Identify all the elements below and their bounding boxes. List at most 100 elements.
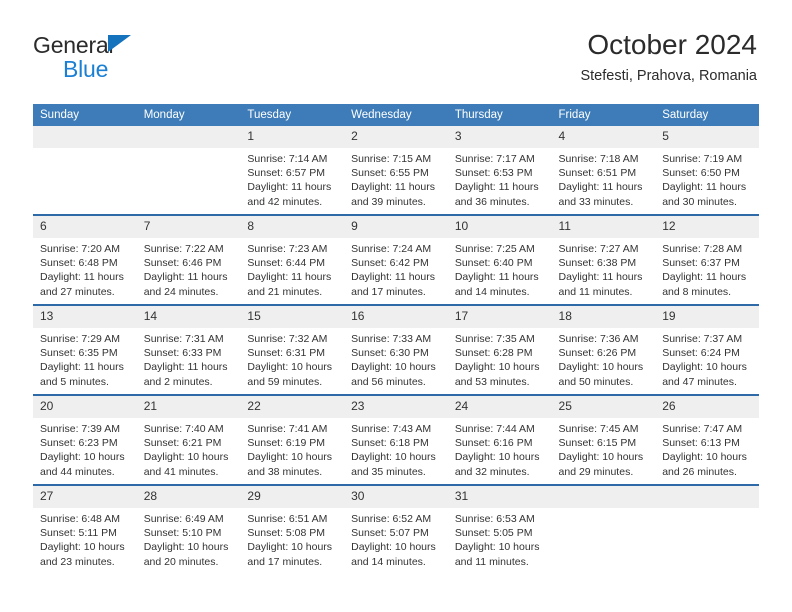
day-details: Sunrise: 7:22 AM Sunset: 6:46 PM Daylight:… [137, 238, 241, 299]
day-cell[interactable]: 8 Sunrise: 7:23 AM Sunset: 6:44 PM Daylight… [240, 214, 345, 305]
sunset-text: Sunset: 5:07 PM [351, 527, 429, 540]
sunrise-text: Sunrise: 7:44 AM [454, 423, 535, 435]
sunrise-text: Sunrise: 7:20 AM [40, 243, 120, 255]
day-cell[interactable]: 25 Sunrise: 7:45 AM Sunset: 6:15 PM Dayligh… [551, 394, 656, 485]
sunset-text: Sunset: 5:08 PM [247, 527, 326, 540]
daylight-text: Daylight: 10 hours and 29 minutes. [558, 451, 644, 478]
daylight-text: Daylight: 11 hours and 17 minutes. [351, 271, 435, 298]
day-number [655, 486, 759, 508]
sunset-text: Sunset: 6:44 PM [247, 257, 326, 270]
sunset-text: Sunset: 6:37 PM [662, 257, 740, 270]
day-number: 24 [447, 396, 552, 418]
day-cell[interactable]: 20 Sunrise: 7:39 AM Sunset: 6:23 PM Dayligh… [33, 394, 137, 485]
day-cell[interactable]: 7 Sunrise: 7:22 AM Sunset: 6:46 PM Daylight… [136, 214, 241, 305]
day-cell[interactable]: 22 Sunrise: 7:41 AM Sunset: 6:19 PM Dayligh… [240, 394, 345, 485]
day-details: Sunrise: 7:24 AM Sunset: 6:42 PM Daylight:… [344, 238, 448, 299]
day-cell[interactable]: 21 Sunrise: 7:40 AM Sunset: 6:21 PM Dayligh… [136, 394, 241, 485]
day-details: Sunrise: 7:25 AM Sunset: 6:40 PM Daylight:… [448, 238, 552, 299]
sunrise-text: Sunrise: 7:23 AM [247, 243, 328, 255]
day-cell[interactable]: 1 Sunrise: 7:14 AM Sunset: 6:57 PM Daylight… [240, 126, 345, 215]
daylight-text: Daylight: 10 hours and 44 minutes. [40, 451, 125, 478]
weekday-header-row: Sunday Monday Tuesday Wednesday Thursday… [33, 104, 759, 126]
sunset-text: Sunset: 6:55 PM [351, 167, 429, 180]
sunset-text: Sunset: 6:42 PM [351, 257, 429, 270]
day-cell-empty [655, 484, 759, 574]
day-number: 29 [240, 486, 345, 508]
sunset-text: Sunset: 6:15 PM [558, 437, 637, 450]
day-cell[interactable]: 26 Sunrise: 7:47 AM Sunset: 6:13 PM Dayligh… [655, 394, 759, 485]
sunset-text: Sunset: 6:19 PM [247, 437, 326, 450]
sunset-text: Sunset: 6:35 PM [40, 347, 118, 360]
sunset-text: Sunset: 5:10 PM [143, 527, 222, 540]
sunrise-text: Sunrise: 6:53 AM [454, 513, 535, 525]
sunrise-text: Sunrise: 7:29 AM [40, 333, 120, 345]
day-cell[interactable]: 10 Sunrise: 7:25 AM Sunset: 6:40 PM Dayligh… [447, 214, 552, 305]
sunrise-text: Sunrise: 7:39 AM [40, 423, 120, 435]
title-block: October 2024 Stefesti, Prahova, Romania [580, 28, 757, 86]
day-cell[interactable]: 3 Sunrise: 7:17 AM Sunset: 6:53 PM Daylight… [447, 126, 552, 215]
day-cell[interactable]: 5 Sunrise: 7:19 AM Sunset: 6:50 PM Daylight… [655, 126, 759, 215]
daylight-text: Daylight: 10 hours and 41 minutes. [143, 451, 229, 478]
weekday-header-monday: Monday [136, 104, 241, 126]
sunset-text: Sunset: 6:53 PM [454, 167, 533, 180]
sunset-text: Sunset: 5:11 PM [40, 527, 117, 540]
day-cell[interactable]: 6 Sunrise: 7:20 AM Sunset: 6:48 PM Daylight… [33, 214, 137, 305]
day-cell[interactable]: 27 Sunrise: 6:48 AM Sunset: 5:11 PM Dayligh… [33, 484, 137, 574]
daylight-text: Daylight: 11 hours and 39 minutes. [351, 181, 435, 208]
calendar-page: General Blue October 2024 Stefesti, Prah… [0, 0, 792, 612]
sunset-text: Sunset: 6:38 PM [558, 257, 637, 270]
day-cell[interactable]: 16 Sunrise: 7:33 AM Sunset: 6:30 PM Dayligh… [344, 304, 448, 395]
daylight-text: Daylight: 10 hours and 23 minutes. [40, 541, 125, 568]
day-number: 21 [136, 396, 241, 418]
day-number: 18 [551, 306, 656, 328]
day-number: 19 [655, 306, 759, 328]
day-cell[interactable]: 31 Sunrise: 6:53 AM Sunset: 5:05 PM Dayligh… [447, 484, 552, 574]
day-cell[interactable]: 23 Sunrise: 7:43 AM Sunset: 6:18 PM Dayligh… [344, 394, 448, 485]
day-number: 11 [551, 216, 656, 238]
logo-triangle-icon [108, 35, 131, 52]
sunrise-text: Sunrise: 7:19 AM [662, 153, 743, 165]
day-number: 28 [136, 486, 241, 508]
day-cell[interactable]: 12 Sunrise: 7:28 AM Sunset: 6:37 PM Dayligh… [655, 214, 759, 305]
day-cell[interactable]: 14 Sunrise: 7:31 AM Sunset: 6:33 PM Dayligh… [136, 304, 241, 395]
day-cell[interactable]: 2 Sunrise: 7:15 AM Sunset: 6:55 PM Daylight… [344, 126, 448, 215]
day-cell[interactable]: 30 Sunrise: 6:52 AM Sunset: 5:07 PM Dayligh… [344, 484, 448, 574]
daylight-text: Daylight: 10 hours and 20 minutes. [143, 541, 229, 568]
daylight-text: Daylight: 10 hours and 32 minutes. [454, 451, 540, 478]
day-details: Sunrise: 7:17 AM Sunset: 6:53 PM Daylight:… [448, 148, 552, 209]
day-cell[interactable]: 9 Sunrise: 7:24 AM Sunset: 6:42 PM Daylight… [344, 214, 448, 305]
sunrise-text: Sunrise: 6:49 AM [143, 513, 224, 525]
sunrise-text: Sunrise: 7:24 AM [351, 243, 432, 255]
week-row: 13 Sunrise: 7:29 AM Sunset: 6:35 PM Dayligh… [33, 304, 759, 395]
day-cell[interactable]: 28 Sunrise: 6:49 AM Sunset: 5:10 PM Dayligh… [136, 484, 241, 574]
day-number: 6 [33, 216, 137, 238]
day-number: 25 [551, 396, 656, 418]
day-number: 30 [344, 486, 448, 508]
daylight-text: Daylight: 11 hours and 42 minutes. [247, 181, 332, 208]
sunrise-text: Sunrise: 7:41 AM [247, 423, 328, 435]
day-cell[interactable]: 24 Sunrise: 7:44 AM Sunset: 6:16 PM Dayligh… [447, 394, 552, 485]
daylight-text: Daylight: 11 hours and 33 minutes. [558, 181, 643, 208]
day-number: 20 [33, 396, 137, 418]
day-cell[interactable]: 15 Sunrise: 7:32 AM Sunset: 6:31 PM Dayligh… [240, 304, 345, 395]
daylight-text: Daylight: 10 hours and 26 minutes. [662, 451, 747, 478]
sunset-text: Sunset: 6:57 PM [247, 167, 326, 180]
day-cell[interactable]: 19 Sunrise: 7:37 AM Sunset: 6:24 PM Dayligh… [655, 304, 759, 395]
day-cell[interactable]: 13 Sunrise: 7:29 AM Sunset: 6:35 PM Dayligh… [33, 304, 137, 395]
day-cell[interactable]: 17 Sunrise: 7:35 AM Sunset: 6:28 PM Dayligh… [447, 304, 552, 395]
day-cell[interactable]: 4 Sunrise: 7:18 AM Sunset: 6:51 PM Daylight… [551, 126, 656, 215]
day-cell[interactable]: 11 Sunrise: 7:27 AM Sunset: 6:38 PM Dayligh… [551, 214, 656, 305]
day-details: Sunrise: 6:48 AM Sunset: 5:11 PM Daylight:… [33, 508, 137, 569]
sunrise-text: Sunrise: 7:47 AM [662, 423, 743, 435]
day-details: Sunrise: 7:43 AM Sunset: 6:18 PM Daylight:… [344, 418, 448, 479]
daylight-text: Daylight: 10 hours and 14 minutes. [351, 541, 436, 568]
weekday-header-friday: Friday [551, 104, 656, 126]
sunset-text: Sunset: 6:16 PM [454, 437, 533, 450]
day-cell[interactable]: 29 Sunrise: 6:51 AM Sunset: 5:08 PM Dayligh… [240, 484, 345, 574]
day-details: Sunrise: 7:29 AM Sunset: 6:35 PM Daylight:… [33, 328, 137, 389]
day-cell[interactable]: 18 Sunrise: 7:36 AM Sunset: 6:26 PM Dayligh… [551, 304, 656, 395]
weekday-header-wednesday: Wednesday [344, 104, 448, 126]
sunset-text: Sunset: 6:23 PM [40, 437, 118, 450]
day-number: 9 [344, 216, 448, 238]
day-details: Sunrise: 7:45 AM Sunset: 6:15 PM Daylight:… [552, 418, 656, 479]
